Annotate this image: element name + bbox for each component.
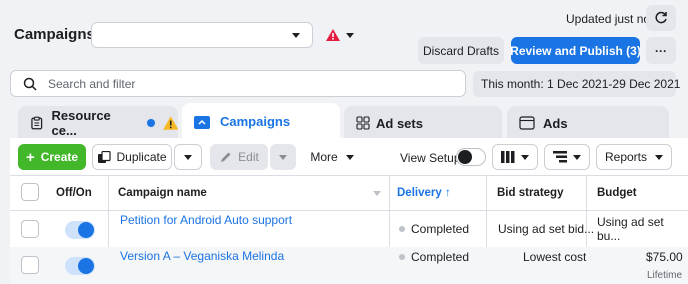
pencil-icon <box>221 152 231 162</box>
delivery-status-text: Completed <box>411 222 470 236</box>
chevron-down-icon <box>345 154 354 160</box>
campaign-select[interactable] <box>91 22 313 48</box>
ad-sets-grid-icon <box>356 116 370 130</box>
date-range-button[interactable]: This month: 1 Dec 2021-29 Dec 2021 <box>473 71 680 97</box>
sort-dropdown-icon[interactable] <box>373 191 381 196</box>
tab-campaigns[interactable]: Campaigns <box>182 103 340 140</box>
chevron-down-icon <box>346 32 354 38</box>
campaign-toggle[interactable] <box>65 221 95 239</box>
refresh-icon <box>655 11 667 24</box>
row-checkbox[interactable] <box>21 220 39 238</box>
tab-label: Ads <box>543 115 568 131</box>
column-header-budget[interactable]: Budget <box>597 175 637 211</box>
reports-label: Reports <box>604 150 648 164</box>
view-setup-label: View Setup <box>400 151 461 165</box>
discard-drafts-button[interactable]: Discard Drafts <box>418 37 504 64</box>
duplicate-button[interactable]: Duplicate <box>92 144 172 170</box>
chevron-down-icon <box>573 154 581 160</box>
view-setup-toggle[interactable] <box>456 148 486 166</box>
bid-strategy-cell: Lowest cost <box>523 250 587 264</box>
toggle-knob <box>458 150 472 164</box>
tab-ad-sets[interactable]: Ad sets <box>344 106 502 140</box>
page-title: Campaigns <box>14 26 95 43</box>
error-warning-icon <box>326 29 340 41</box>
column-header-onoff[interactable]: Off/On <box>56 175 92 211</box>
column-header-delivery[interactable]: Delivery ↑ <box>397 175 451 211</box>
columns-button[interactable] <box>492 144 538 170</box>
chevron-down-icon <box>655 154 664 160</box>
notification-dot-icon <box>146 119 155 127</box>
tab-resource-center[interactable]: Resource ce... <box>18 106 178 140</box>
table-row[interactable]: Version A – Veganiska Melinda Completed … <box>10 247 688 284</box>
tab-ads[interactable]: Ads <box>507 106 669 140</box>
breakdown-icon <box>553 151 567 163</box>
review-publish-button[interactable]: Review and Publish (3) <box>510 37 641 64</box>
campaign-toggle[interactable] <box>65 257 95 275</box>
breakdown-button[interactable] <box>544 144 590 170</box>
status-dot-icon <box>399 254 405 260</box>
edit-dropdown-button[interactable] <box>270 144 296 170</box>
clipboard-icon <box>31 116 43 130</box>
tab-label: Ad sets <box>376 115 423 131</box>
search-bar[interactable]: Search and filter <box>10 70 466 97</box>
column-header-bid-strategy[interactable]: Bid strategy <box>497 175 563 211</box>
chevron-down-icon <box>521 154 529 160</box>
tab-label: Campaigns <box>220 114 291 129</box>
tab-label: Resource ce... <box>51 108 111 138</box>
budget-sub-label: Lifetime <box>647 269 683 281</box>
more-button[interactable]: More <box>302 144 362 170</box>
columns-icon <box>501 151 515 163</box>
delivery-status: Completed <box>399 239 469 275</box>
row-checkbox[interactable] <box>21 256 39 274</box>
campaign-name-link[interactable]: Petition for Android Auto support <box>120 202 292 238</box>
search-placeholder: Search and filter <box>48 77 136 91</box>
duplicate-icon <box>98 150 112 163</box>
reports-button[interactable]: Reports <box>596 144 672 170</box>
updated-status: Updated just now <box>566 12 659 26</box>
ads-window-icon <box>519 116 535 130</box>
duplicate-label: Duplicate <box>116 150 167 164</box>
refresh-button[interactable] <box>646 5 676 31</box>
toggle-knob <box>78 222 94 238</box>
chevron-down-icon <box>279 154 287 160</box>
campaigns-folder-icon <box>194 115 210 129</box>
date-range-label: This month: 1 Dec 2021-29 Dec 2021 <box>481 77 681 91</box>
search-icon <box>23 77 37 91</box>
warning-dropdown[interactable] <box>326 26 356 44</box>
more-options-button[interactable]: ··· <box>646 37 676 64</box>
select-all-checkbox[interactable] <box>21 183 39 201</box>
create-button[interactable]: + Create <box>18 144 86 170</box>
edit-label: Edit <box>238 150 259 164</box>
edit-button[interactable]: Edit <box>210 144 268 170</box>
chevron-down-icon <box>292 33 300 38</box>
campaign-name-link[interactable]: Version A – Veganiska Melinda <box>120 238 284 274</box>
duplicate-dropdown-button[interactable] <box>174 144 202 170</box>
status-dot-icon <box>399 226 405 232</box>
delivery-status-text: Completed <box>411 250 470 264</box>
more-label: More <box>310 150 338 164</box>
create-label: Create <box>40 150 79 164</box>
plus-icon: + <box>25 148 35 166</box>
chevron-down-icon <box>184 154 192 160</box>
toggle-knob <box>78 258 94 274</box>
warning-icon <box>162 116 178 130</box>
